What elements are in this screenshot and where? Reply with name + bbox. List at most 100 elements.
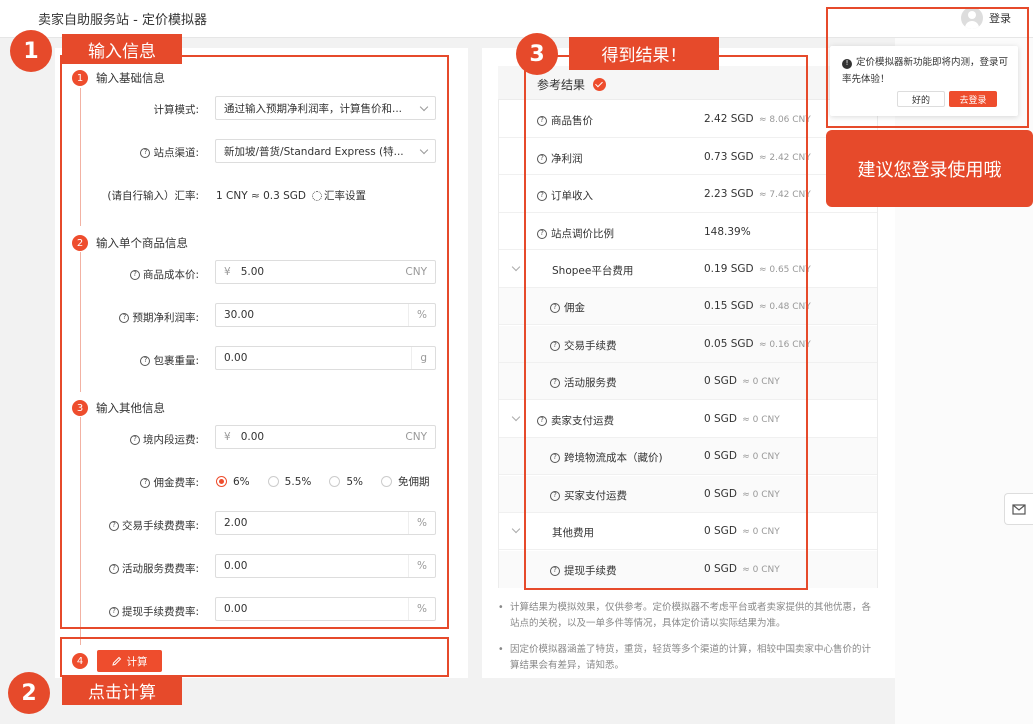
help-icon[interactable]: ? xyxy=(119,312,130,323)
weight-label: ? 包裹重量: xyxy=(140,353,199,368)
check-circle-icon xyxy=(593,78,607,91)
result-value: 0.19 SGD ≈ 0.65 CNY xyxy=(704,263,811,275)
step-number: 1 xyxy=(72,70,88,86)
result-label: ? 提现手续费 xyxy=(550,563,617,578)
calculate-button[interactable]: 计算 xyxy=(97,650,162,672)
result-value: 148.39% xyxy=(704,226,751,238)
weight-input[interactable]: 0.00 g xyxy=(215,346,436,370)
help-icon[interactable]: ? xyxy=(550,452,560,463)
domestic-fee-label: ? 境内段运费: xyxy=(129,432,199,447)
result-label: Shopee平台费用 xyxy=(552,265,634,277)
section-title: 输入其他信息 xyxy=(96,401,165,415)
section-calc: 4 xyxy=(72,653,88,669)
step-timeline xyxy=(80,88,81,226)
help-icon[interactable]: ? xyxy=(550,565,560,576)
help-icon[interactable]: ? xyxy=(108,520,119,531)
annotation-login-tip: 建议您登录使用哦 xyxy=(826,130,1033,207)
avatar-icon[interactable] xyxy=(961,7,983,29)
withdraw-rate-input[interactable]: 0.00 % xyxy=(215,597,436,621)
section-basic-info: 1 输入基础信息 xyxy=(72,70,165,86)
commission-option-free[interactable]: 免佣期 xyxy=(381,474,430,489)
result-label: ? 净利润 xyxy=(537,151,583,166)
calc-mode-select[interactable]: 通过输入预期净利润率，计算售价和... xyxy=(215,96,436,120)
profit-rate-input[interactable]: 30.00 % xyxy=(215,303,436,327)
commission-option-5-5[interactable]: 5.5% xyxy=(267,474,311,489)
login-link[interactable]: 登录 xyxy=(989,10,1011,26)
help-icon[interactable]: ? xyxy=(129,269,140,280)
result-label: ? 佣金 xyxy=(550,300,585,315)
note-item: 计算结果为模拟效果，仅供参考。定价模拟器不考虑平台或者卖家提供的其他优惠，各站点… xyxy=(498,600,878,632)
result-label: ? 活动服务费 xyxy=(550,375,617,390)
mail-icon xyxy=(1012,504,1026,515)
help-icon[interactable]: ? xyxy=(537,115,547,126)
channel-select[interactable]: 新加坡/普货/Standard Express (特... xyxy=(215,139,436,163)
help-icon[interactable]: ? xyxy=(550,340,560,351)
annotation-step-3: 3 xyxy=(516,33,558,75)
withdraw-rate-label: ? 提现手续费费率: xyxy=(108,604,199,619)
help-icon[interactable]: ? xyxy=(537,228,547,239)
top-bar: 卖家自助服务站 - 定价模拟器 登录 xyxy=(0,0,1033,38)
result-label: ? 跨境物流成本（藏价) xyxy=(550,450,663,465)
step-number: 2 xyxy=(72,235,88,251)
result-value: 0.15 SGD ≈ 0.48 CNY xyxy=(704,300,811,312)
help-icon[interactable]: ? xyxy=(550,377,560,388)
step-timeline xyxy=(80,417,81,645)
commission-option-6[interactable]: 6% xyxy=(216,474,250,489)
exchange-rate-value: 1 CNY ≈ 0.3 SGD 汇率设置 xyxy=(216,188,367,203)
chevron-down-icon xyxy=(419,145,429,154)
transaction-rate-input[interactable]: 2.00 % xyxy=(215,511,436,535)
help-icon[interactable]: ? xyxy=(537,190,547,201)
annotation-step-1: 1 xyxy=(10,30,52,72)
result-value: 0.05 SGD ≈ 0.16 CNY xyxy=(704,338,811,350)
help-icon[interactable]: ? xyxy=(550,302,560,313)
transaction-rate-label: ? 交易手续费费率: xyxy=(108,518,199,533)
calc-mode-label: 计算模式: xyxy=(153,104,199,116)
profit-rate-label: ? 预期净利润率: xyxy=(119,310,199,325)
result-title: 参考结果 xyxy=(537,76,607,93)
help-icon[interactable]: ? xyxy=(108,563,119,574)
page-title: 卖家自助服务站 - 定价模拟器 xyxy=(38,13,207,28)
popover-ok-button[interactable]: 好的 xyxy=(897,91,945,107)
result-value: 2.23 SGD ≈ 7.42 CNY xyxy=(704,188,811,200)
chevron-down-icon xyxy=(419,102,429,111)
result-value: 0 SGD ≈ 0 CNY xyxy=(704,450,780,462)
result-value: 0.73 SGD ≈ 2.42 CNY xyxy=(704,151,811,163)
cost-input[interactable]: ¥ 5.00 CNY xyxy=(215,260,436,284)
result-value: 0 SGD ≈ 0 CNY xyxy=(704,413,780,425)
help-icon[interactable]: ? xyxy=(550,490,560,501)
help-icon[interactable]: ? xyxy=(140,477,151,488)
commission-option-5[interactable]: 5% xyxy=(329,474,363,489)
result-label: ? 买家支付运费 xyxy=(550,488,627,503)
result-label: ? 订单收入 xyxy=(537,188,593,203)
popover-login-button[interactable]: 去登录 xyxy=(949,91,997,107)
note-item: 因定价模拟器涵盖了特货，重货，轻货等多个渠道的计算，相较中国卖家中心售价的计算结… xyxy=(498,642,878,674)
annotation-step-2: 2 xyxy=(8,672,50,714)
result-notes: 计算结果为模拟效果，仅供参考。定价模拟器不考虑平台或者卖家提供的其他优惠，各站点… xyxy=(498,600,878,684)
result-value: 0 SGD ≈ 0 CNY xyxy=(704,488,780,500)
help-icon[interactable]: ? xyxy=(537,415,547,426)
section-other-info: 3 输入其他信息 xyxy=(72,400,165,416)
result-value: 0 SGD ≈ 0 CNY xyxy=(704,563,780,575)
help-icon[interactable]: ? xyxy=(537,153,547,164)
help-icon[interactable]: ? xyxy=(140,147,151,158)
cost-label: ? 商品成本价: xyxy=(129,267,199,282)
result-label: ? 交易手续费 xyxy=(550,338,617,353)
exchange-settings-link[interactable]: 汇率设置 xyxy=(312,188,366,203)
help-icon[interactable]: ? xyxy=(108,606,119,617)
step-number: 4 xyxy=(72,653,88,669)
help-icon[interactable]: ? xyxy=(140,355,151,366)
login-popover: ! 定价模拟器新功能即将内测，登录可率先体验！ 好的 去登录 xyxy=(830,46,1018,116)
annotation-step-2-label: 点击计算 xyxy=(62,675,182,705)
service-rate-label: ? 活动服务费费率: xyxy=(108,561,199,576)
service-rate-input[interactable]: 0.00 % xyxy=(215,554,436,578)
help-icon[interactable]: ? xyxy=(129,434,140,445)
step-number: 3 xyxy=(72,400,88,416)
section-title: 输入单个商品信息 xyxy=(96,236,188,250)
domestic-fee-input[interactable]: ¥ 0.00 CNY xyxy=(215,425,436,449)
step-timeline xyxy=(80,252,81,392)
feedback-button[interactable] xyxy=(1004,493,1033,525)
annotation-step-3-label: 得到结果！ xyxy=(569,37,719,70)
result-label: ? 站点调价比例 xyxy=(537,226,614,241)
result-value: 2.42 SGD ≈ 8.06 CNY xyxy=(704,113,811,125)
login-area[interactable]: 登录 xyxy=(961,7,1011,29)
